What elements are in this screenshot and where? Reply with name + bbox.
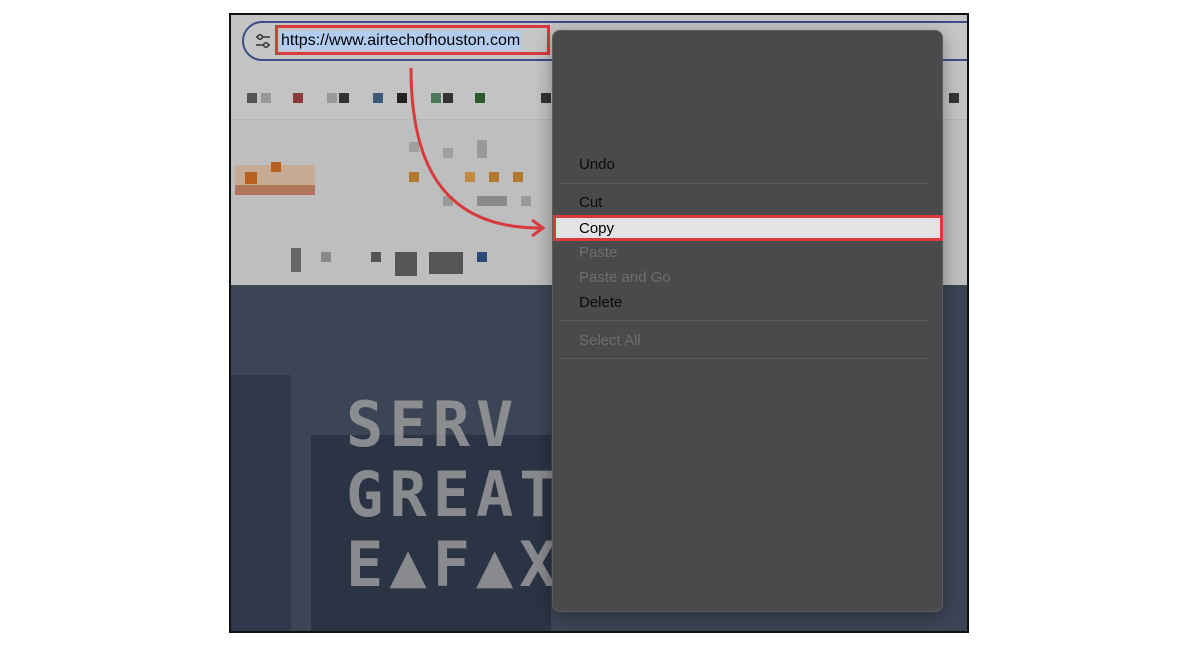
- menu-item-copy-label: Copy: [579, 220, 615, 237]
- bookmark-item[interactable]: [431, 93, 441, 103]
- menu-item-select-all[interactable]: Select All: [579, 332, 641, 350]
- menu-item-undo[interactable]: Undo: [579, 156, 615, 174]
- context-menu: Undo Cut Paste Paste and Go Delete Selec…: [552, 30, 943, 612]
- nav-block[interactable]: [443, 196, 453, 206]
- menu-item-delete[interactable]: Delete: [579, 294, 622, 312]
- menu-block[interactable]: [321, 252, 331, 262]
- bookmark-item[interactable]: [397, 93, 407, 103]
- logo-block: [245, 172, 257, 184]
- nav-block[interactable]: [409, 142, 419, 152]
- bookmark-item[interactable]: [247, 93, 257, 103]
- nav-block[interactable]: [477, 140, 487, 158]
- menu-block[interactable]: [395, 252, 417, 276]
- bookmark-item[interactable]: [475, 93, 485, 103]
- hero-text-pixelated: SERV GREAT E▲F▲X: [346, 388, 563, 601]
- menu-item-paste[interactable]: Paste: [579, 244, 617, 262]
- logo-block: [271, 162, 281, 172]
- bookmark-item[interactable]: [541, 93, 551, 103]
- bookmark-item[interactable]: [293, 93, 303, 103]
- nav-block[interactable]: [409, 172, 419, 182]
- url-text[interactable]: https://www.airtechofhouston.com: [280, 31, 522, 50]
- bookmark-item[interactable]: [373, 93, 383, 103]
- menu-block[interactable]: [371, 252, 381, 262]
- menu-separator: [561, 358, 929, 359]
- nav-block[interactable]: [489, 172, 499, 182]
- bookmark-item[interactable]: [443, 93, 453, 103]
- menu-separator: [561, 320, 929, 321]
- menu-item-paste-and-go[interactable]: Paste and Go: [579, 269, 671, 287]
- nav-block[interactable]: [443, 148, 453, 158]
- hero-shape: [231, 375, 291, 631]
- menu-block[interactable]: [429, 252, 463, 274]
- bookmark-item[interactable]: [949, 93, 959, 103]
- nav-block[interactable]: [521, 196, 531, 206]
- bookmark-item[interactable]: [327, 93, 337, 103]
- bookmark-item[interactable]: [339, 93, 349, 103]
- nav-block[interactable]: [477, 196, 507, 206]
- logo-block: [235, 185, 315, 195]
- menu-block[interactable]: [477, 252, 487, 262]
- bookmark-item[interactable]: [261, 93, 271, 103]
- menu-separator: [561, 183, 929, 184]
- tune-icon[interactable]: [254, 32, 272, 50]
- nav-block[interactable]: [465, 172, 475, 182]
- url-highlight-box: https://www.airtechofhouston.com: [275, 25, 550, 55]
- nav-block[interactable]: [513, 172, 523, 182]
- menu-item-copy[interactable]: Copy: [553, 215, 943, 241]
- menu-item-cut[interactable]: Cut: [579, 194, 602, 212]
- menu-block[interactable]: [291, 248, 301, 272]
